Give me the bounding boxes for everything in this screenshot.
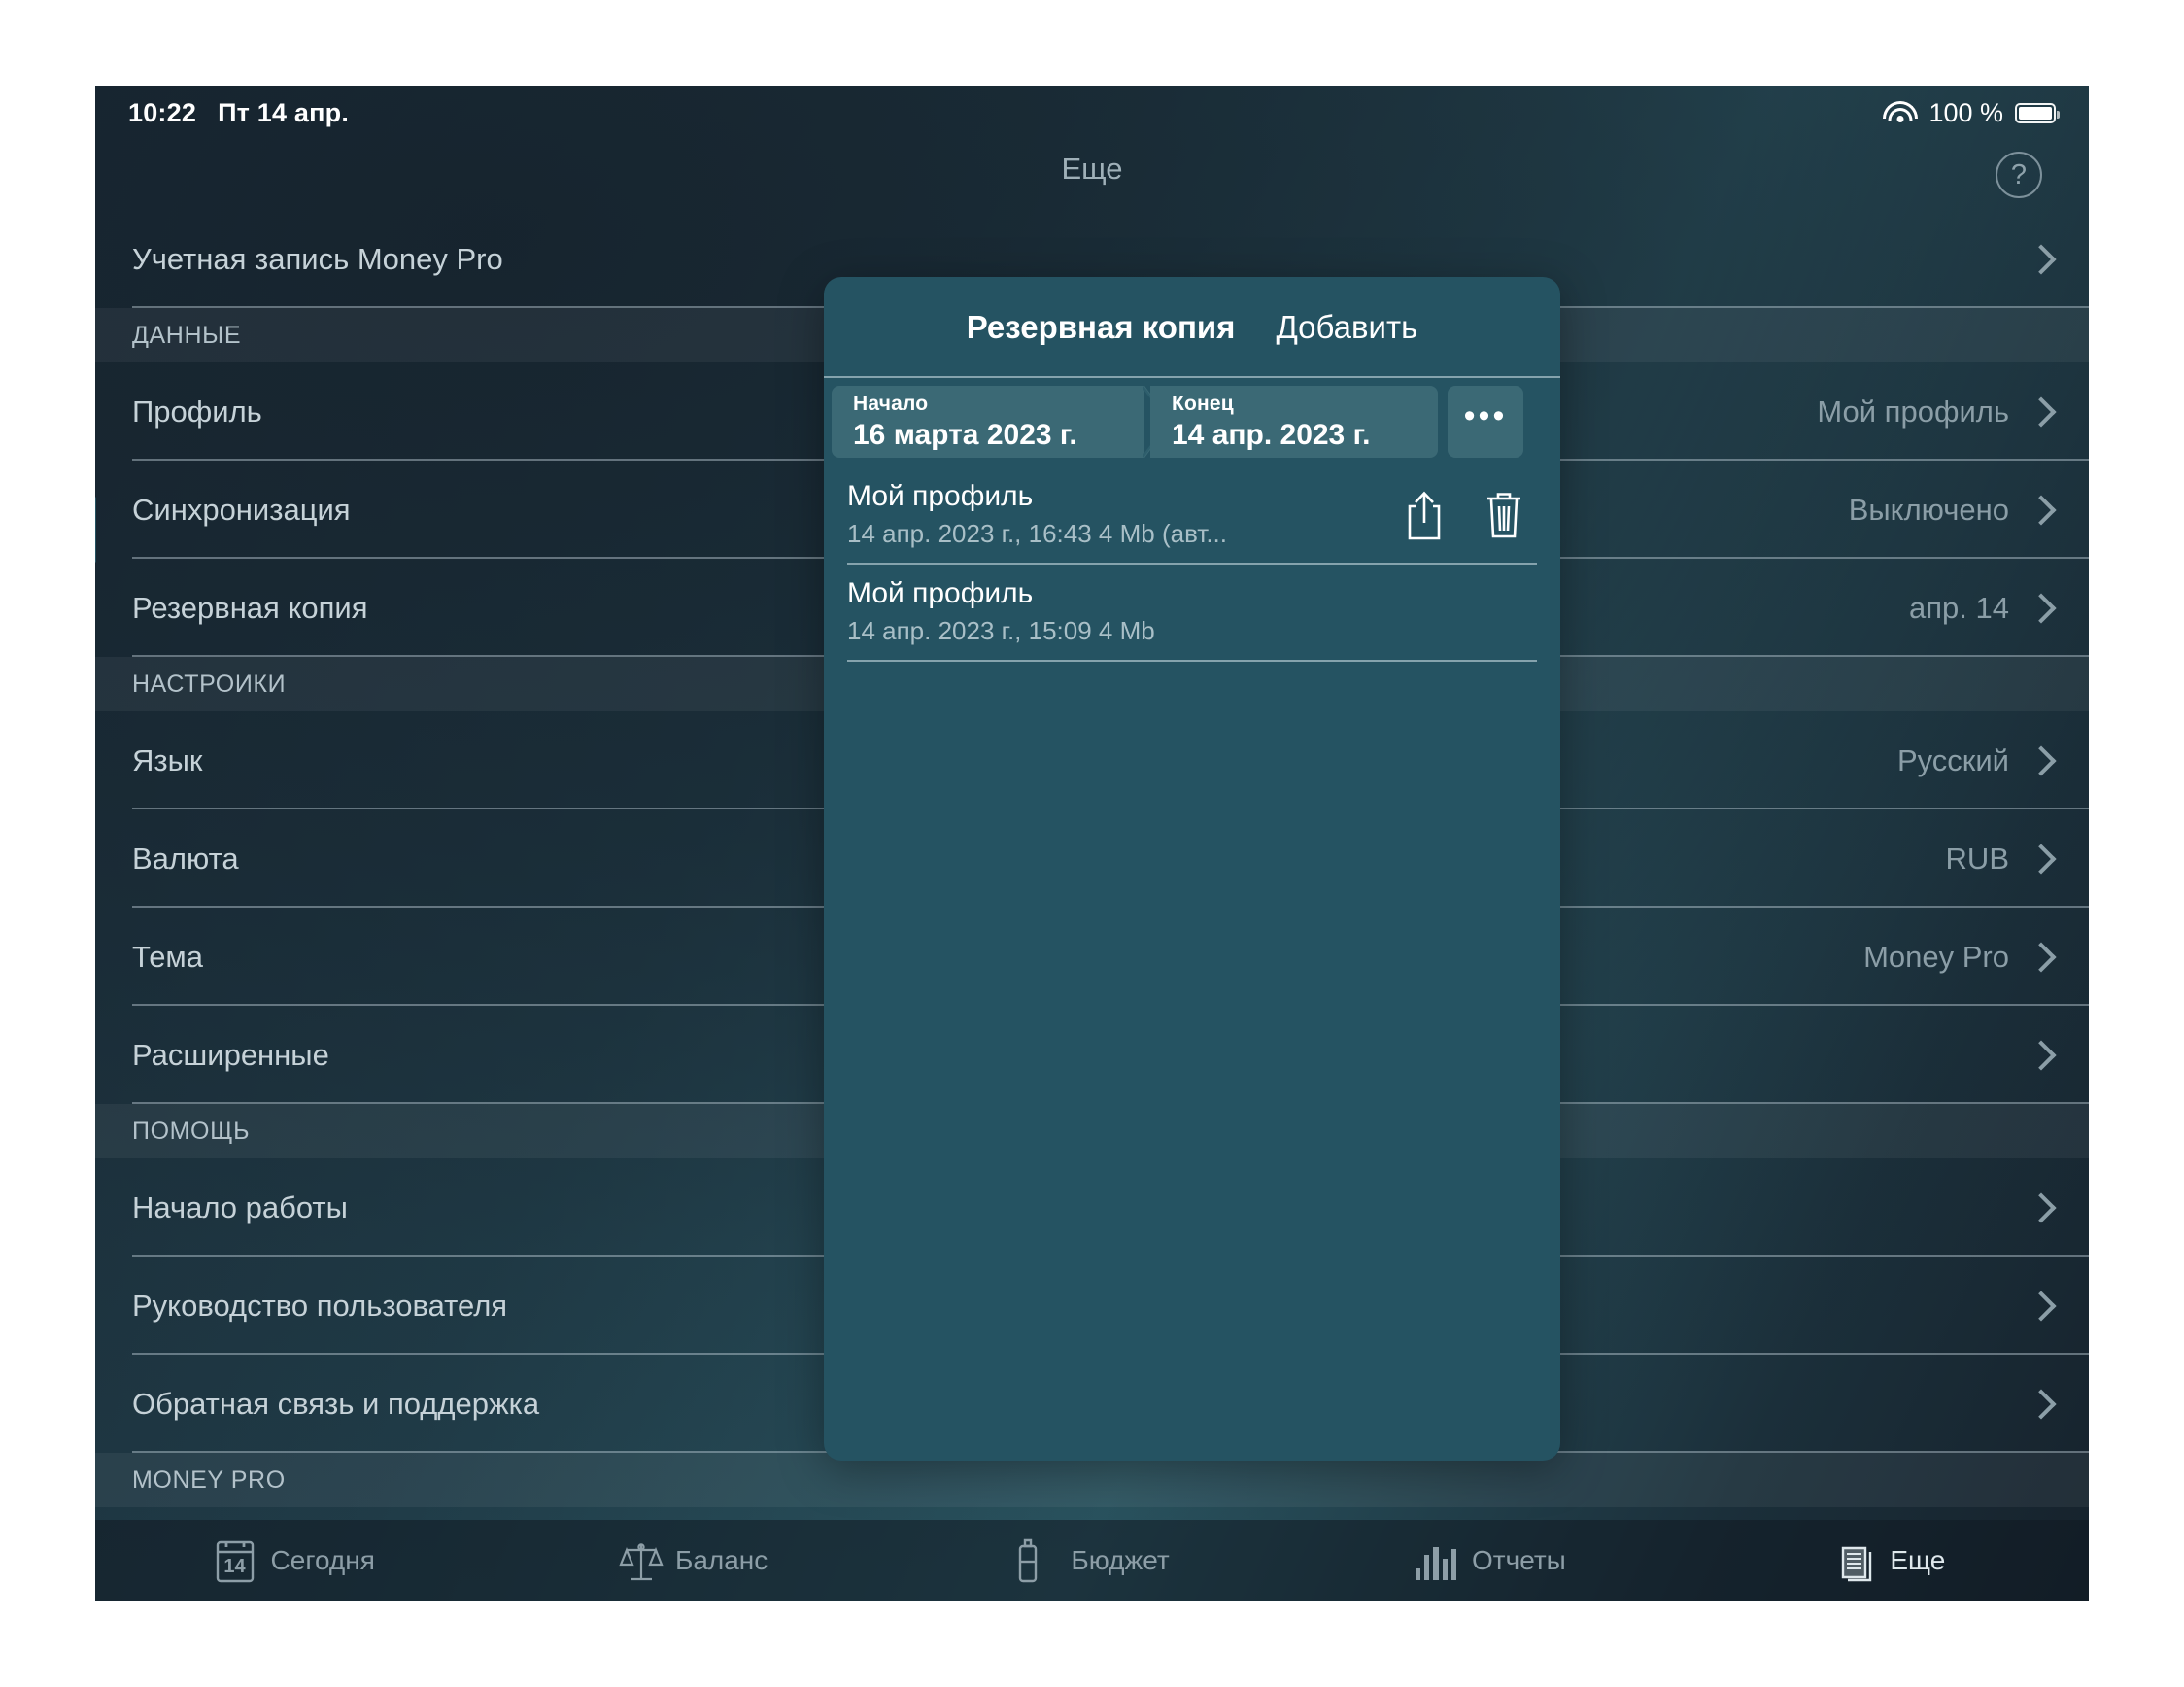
settings-row-label: Язык: [132, 742, 203, 777]
backup-actions: [1405, 490, 1537, 540]
date-range-selector: Начало 16 марта 2023 г. Конец 14 апр. 20…: [824, 378, 1560, 467]
chevron-right-icon: [2026, 744, 2057, 776]
status-bar-right: 100 %: [1883, 97, 2060, 128]
chevron-right-icon: [2026, 243, 2057, 275]
backup-list-item[interactable]: Мой профиль 14 апр. 2023 г., 16:43 4 Mb (…: [847, 467, 1537, 565]
backup-list-item[interactable]: Мой профиль 14 апр. 2023 г., 15:09 4 Mb: [847, 565, 1537, 662]
section-header-label: ПОМОЩЬ: [132, 1117, 251, 1145]
tab-documents[interactable]: Еще: [1690, 1538, 2089, 1583]
settings-row-value: апр. 14: [1909, 590, 2009, 625]
settings-row-value: Мой профиль: [1817, 394, 2009, 429]
tab-label: Отчеты: [1472, 1545, 1566, 1575]
tab-calendar[interactable]: 14 Сегодня: [95, 1538, 494, 1583]
chevron-right-icon: [2026, 843, 2057, 875]
tab-bar-chart[interactable]: Отчеты: [1291, 1541, 1689, 1580]
calendar-icon: 14: [215, 1538, 256, 1583]
bar-chart-icon: [1416, 1541, 1457, 1580]
range-end-caption: Конец: [1172, 392, 1234, 415]
settings-row-label: Резервная копия: [132, 590, 368, 625]
popover-title: Резервная копия: [966, 309, 1236, 345]
section-header-label: ДАННЫЕ: [132, 321, 242, 349]
documents-icon: [1833, 1538, 1874, 1583]
settings-row-label: Расширенные: [132, 1037, 329, 1072]
chevron-right-icon: [2026, 592, 2057, 624]
range-start-caption: Начало: [853, 392, 929, 415]
tab-budget[interactable]: Бюджет: [893, 1538, 1291, 1583]
tab-label: Сегодня: [270, 1545, 375, 1575]
wifi-icon: [1883, 100, 1919, 125]
battery-percent-label: 100 %: [1928, 97, 2003, 127]
ellipsis-icon[interactable]: •••: [1448, 386, 1523, 458]
backup-list: Мой профиль 14 апр. 2023 г., 16:43 4 Mb (…: [824, 467, 1560, 662]
backup-popover: Резервная копия Добавить Начало 16 марта…: [824, 277, 1560, 1461]
settings-row-label: Синхронизация: [132, 492, 351, 527]
share-icon[interactable]: [1405, 490, 1444, 540]
settings-row-value: Money Pro: [1863, 939, 2009, 974]
settings-row-label: Начало работы: [132, 1189, 348, 1224]
settings-row-label: Профиль: [132, 394, 262, 429]
ipad-screen: 10:22 Пт 14 апр. 100 % Еще ? Учетная зап…: [95, 86, 2089, 1601]
status-bar-left: 10:22 Пт 14 апр.: [128, 98, 349, 128]
settings-row-value: Выключено: [1848, 492, 2009, 527]
range-end-value: 14 апр. 2023 г.: [1172, 418, 1371, 451]
popover-header-divider: [824, 376, 1560, 378]
trash-icon[interactable]: [1484, 491, 1523, 539]
app-header: Еще ?: [95, 140, 2089, 210]
status-time: 10:22: [128, 97, 197, 127]
section-header: MONEY PRO: [95, 1453, 2089, 1507]
popover-arrow: [95, 497, 96, 563]
range-start-button[interactable]: Начало 16 марта 2023 г.: [832, 386, 1172, 458]
budget-icon: [1014, 1538, 1055, 1583]
section-header-label: НАСТРОИКИ: [132, 670, 287, 698]
chevron-right-icon: [2026, 1388, 2057, 1420]
tab-label: Еще: [1890, 1545, 1946, 1575]
backup-meta: 14 апр. 2023 г., 16:43 4 Mb (авт...: [847, 519, 1228, 548]
chevron-right-icon: [2026, 396, 2057, 428]
tab-label: Баланс: [674, 1545, 768, 1575]
battery-full-icon: [2015, 102, 2060, 123]
range-start-value: 16 марта 2023 г.: [853, 418, 1077, 451]
settings-row-label: Тема: [132, 939, 203, 974]
tab-bar: 14 Сегодня Баланс Бюджет Отчеты Еще: [95, 1520, 2089, 1601]
add-backup-button[interactable]: Добавить: [1276, 309, 1417, 346]
chevron-right-icon: [2026, 1039, 2057, 1071]
backup-text: Мой профиль 14 апр. 2023 г., 16:43 4 Mb (…: [847, 480, 1405, 549]
settings-row-value: RUB: [1945, 841, 2009, 876]
tab-scales[interactable]: Баланс: [494, 1538, 892, 1583]
settings-row-label: Руководство пользователя: [132, 1288, 508, 1323]
settings-row-value: Русский: [1896, 742, 2009, 777]
scales-icon: [619, 1538, 664, 1583]
backup-name: Мой профиль: [847, 577, 1034, 609]
chevron-right-icon: [2026, 1191, 2057, 1223]
settings-row-label: Валюта: [132, 841, 239, 876]
chevron-right-icon: [2026, 941, 2057, 973]
settings-row-label: Обратная связь и поддержка: [132, 1386, 540, 1421]
question-mark-icon[interactable]: ?: [1996, 152, 2042, 198]
backup-name: Мой профиль: [847, 480, 1034, 512]
status-date: Пт 14 апр.: [218, 97, 350, 127]
backup-meta: 14 апр. 2023 г., 15:09 4 Mb: [847, 616, 1155, 645]
popover-header: Резервная копия Добавить: [824, 277, 1560, 378]
chevron-right-icon: [2026, 494, 2057, 526]
tab-label: Бюджет: [1071, 1545, 1170, 1575]
settings-row-label: Учетная запись Money Pro: [132, 241, 503, 276]
backup-row-divider: [847, 660, 1537, 662]
range-end-button[interactable]: Конец 14 апр. 2023 г.: [1150, 386, 1438, 458]
chevron-right-icon: [2026, 1290, 2057, 1322]
page-title: Еще: [1061, 152, 1123, 186]
status-bar: 10:22 Пт 14 апр. 100 %: [95, 86, 2089, 140]
section-header-label: MONEY PRO: [132, 1465, 286, 1494]
backup-text: Мой профиль 14 апр. 2023 г., 15:09 4 Mb: [847, 577, 1537, 646]
